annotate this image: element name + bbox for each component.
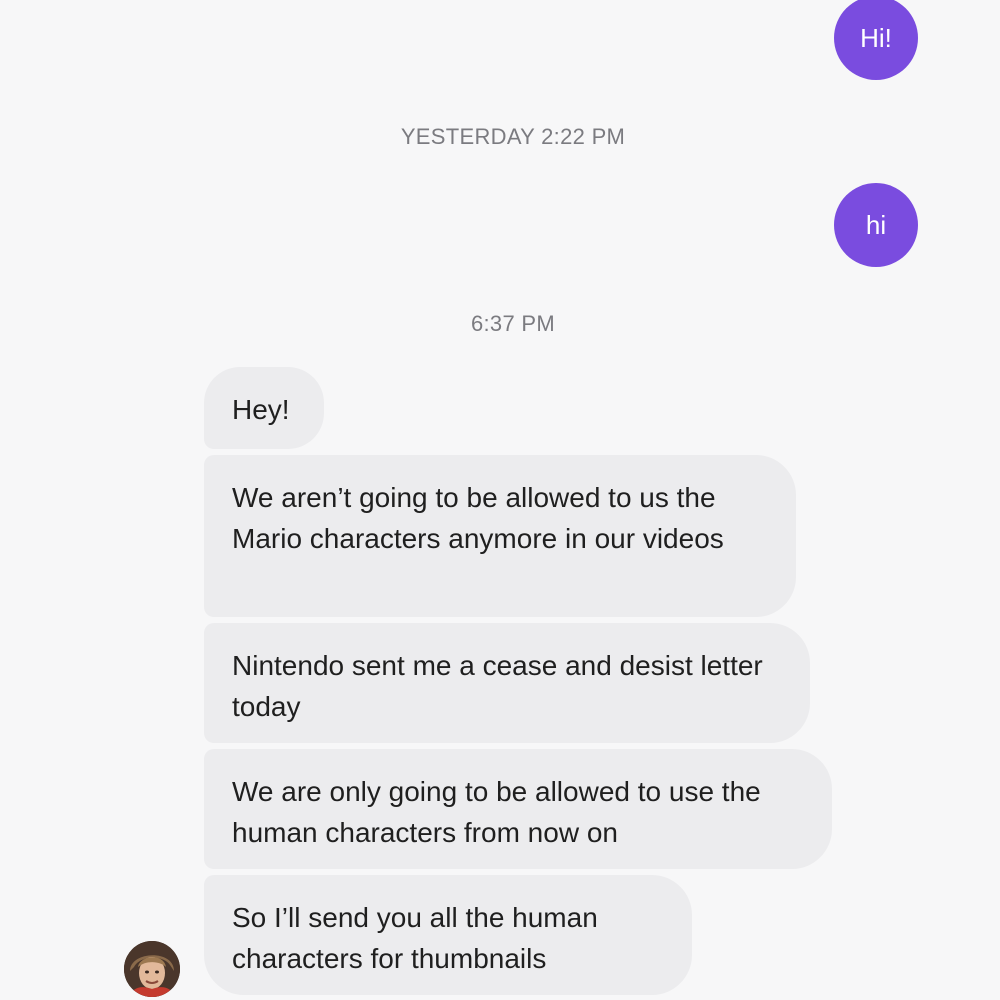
avatar-icon (124, 941, 180, 997)
message-text: Hey! (232, 394, 290, 425)
received-message-bubble[interactable]: We are only going to be allowed to use t… (204, 749, 832, 869)
received-message-bubble[interactable]: We aren’t going to be allowed to us the … (204, 455, 796, 617)
contact-avatar[interactable] (124, 941, 180, 997)
message-text: Nintendo sent me a cease and desist lett… (232, 650, 763, 722)
message-text: We are only going to be allowed to use t… (232, 776, 761, 848)
sent-message-bubble[interactable]: Hi! (834, 0, 918, 80)
received-message-bubble[interactable]: Hey! (204, 367, 324, 449)
sent-message-bubble[interactable]: hi (834, 183, 918, 267)
message-text: hi (865, 209, 887, 240)
message-thread: Hi! YESTERDAY 2:22 PM hi 6:37 PM Hey! We… (0, 0, 1000, 1000)
message-text: Hi! (860, 22, 892, 53)
message-text: So I’ll send you all the human character… (232, 902, 598, 974)
received-message-bubble[interactable]: Nintendo sent me a cease and desist lett… (204, 623, 810, 743)
timestamp: YESTERDAY 2:22 PM (400, 124, 626, 149)
timestamp: 6:37 PM (470, 311, 556, 336)
received-message-bubble[interactable]: So I’ll send you all the human character… (204, 875, 692, 995)
message-text: We aren’t going to be allowed to us the … (232, 482, 724, 554)
